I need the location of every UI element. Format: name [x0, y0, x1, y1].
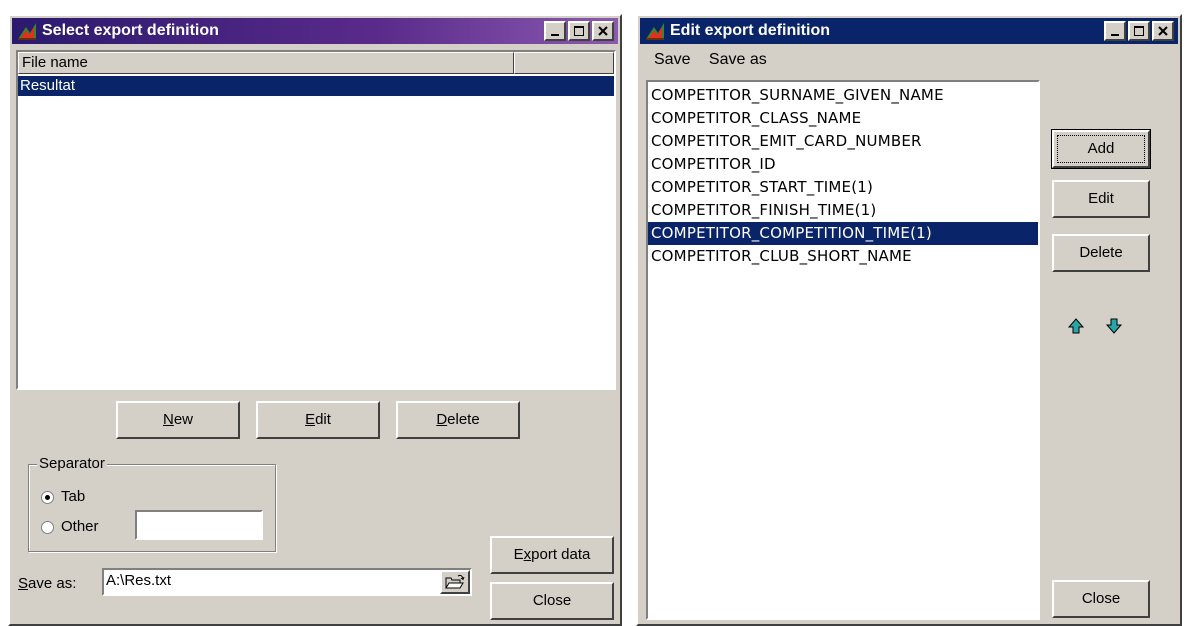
add-button-label: Add [1087, 140, 1115, 157]
new-button[interactable]: New [116, 401, 240, 439]
column-header-label: File name [22, 54, 88, 71]
export-label-post: port data [531, 546, 591, 563]
edit-field-button[interactable]: Edit [1052, 180, 1150, 218]
menu-save[interactable]: Save [640, 51, 698, 68]
add-button[interactable]: Add [1051, 129, 1151, 169]
save-as-label: Save as: [18, 574, 76, 594]
close-window-button[interactable] [1152, 21, 1174, 41]
radio-unselected-icon [41, 521, 54, 534]
other-radio[interactable]: Other [39, 517, 129, 537]
browse-button[interactable] [440, 570, 470, 594]
edit-field-button-label: Edit [1088, 190, 1114, 207]
window-title: Edit export definition [670, 22, 830, 39]
close-icon [1158, 26, 1168, 36]
arrow-down-icon [1105, 318, 1123, 334]
field-list-item[interactable]: COMPETITOR_ID [648, 153, 1038, 176]
maximize-button[interactable] [568, 21, 590, 41]
save-as-label-text: ave as: [28, 575, 77, 592]
minimize-button[interactable] [544, 21, 566, 41]
title-bar[interactable]: Select export definition [12, 18, 618, 44]
field-list-item[interactable]: COMPETITOR_COMPETITION_TIME(1) [648, 222, 1038, 245]
arrow-up-icon [1067, 318, 1085, 334]
new-button-label: ew [173, 411, 194, 428]
save-as-path-value: A:\Res.txt [106, 572, 172, 589]
edit-button[interactable]: Edit [256, 401, 380, 439]
file-list[interactable]: File name Resultat [16, 50, 616, 390]
menu-bar: Save Save as [640, 48, 773, 72]
separator-legend: Separator [37, 455, 107, 472]
tab-radio-label: Tab [61, 488, 86, 505]
delete-field-button[interactable]: Delete [1052, 234, 1150, 272]
field-list-item[interactable]: COMPETITOR_FINISH_TIME(1) [648, 199, 1038, 222]
save-as-mnemonic: S [18, 575, 29, 592]
app-icon [646, 23, 664, 40]
other-separator-input[interactable] [135, 510, 263, 540]
close-editor-button-label: Close [1081, 590, 1121, 607]
save-as-path-input[interactable]: A:\Res.txt [102, 568, 472, 596]
close-icon [598, 26, 608, 36]
minimize-button[interactable] [1104, 21, 1126, 41]
title-bar[interactable]: Edit export definition [640, 18, 1178, 44]
edit-export-definition-window: Edit export definition Save Save as COMP… [636, 14, 1182, 626]
list-item[interactable]: Resultat [18, 76, 614, 96]
separator-groupbox: Separator Tab Other [28, 455, 276, 552]
app-icon [18, 23, 36, 40]
folder-open-icon [445, 574, 465, 589]
maximize-button[interactable] [1128, 21, 1150, 41]
minimize-icon [1111, 34, 1119, 36]
close-button[interactable]: Close [490, 582, 614, 620]
radio-selected-icon [41, 491, 54, 504]
field-list-item[interactable]: COMPETITOR_START_TIME(1) [648, 176, 1038, 199]
field-list-item[interactable]: COMPETITOR_CLASS_NAME [648, 107, 1038, 130]
delete-button-mnemonic: D [436, 411, 448, 428]
field-list[interactable]: COMPETITOR_SURNAME_GIVEN_NAME COMPETITOR_… [646, 80, 1040, 620]
file-name: Resultat [20, 77, 76, 94]
edit-button-mnemonic: E [305, 411, 316, 428]
edit-button-label: dit [315, 411, 331, 428]
column-header[interactable]: File name [18, 52, 514, 74]
menu-save-as[interactable]: Save as [703, 51, 773, 68]
column-header-spacer [514, 52, 614, 74]
export-label-pre: E [513, 546, 524, 563]
maximize-icon [574, 26, 584, 36]
field-list-item[interactable]: COMPETITOR_SURNAME_GIVEN_NAME [648, 84, 1038, 107]
close-button-label: Close [532, 592, 572, 609]
close-window-button[interactable] [592, 21, 614, 41]
field-list-item[interactable]: COMPETITOR_EMIT_CARD_NUMBER [648, 130, 1038, 153]
field-list-item[interactable]: COMPETITOR_CLUB_SHORT_NAME [648, 245, 1038, 268]
select-export-definition-window: Select export definition File name Resul… [8, 14, 622, 626]
other-radio-label: Other [61, 518, 99, 535]
export-data-button[interactable]: Export data [490, 536, 614, 574]
minimize-icon [551, 34, 559, 36]
delete-button-label: elete [447, 411, 480, 428]
delete-field-button-label: Delete [1079, 244, 1123, 261]
tab-radio[interactable]: Tab [39, 487, 159, 507]
maximize-icon [1134, 26, 1144, 36]
move-down-button[interactable] [1104, 316, 1124, 336]
delete-button[interactable]: Delete [396, 401, 520, 439]
add-button-focus: Add [1057, 135, 1145, 163]
move-up-button[interactable] [1066, 316, 1086, 336]
new-button-mnemonic: N [162, 411, 174, 428]
window-title: Select export definition [42, 22, 219, 39]
close-editor-button[interactable]: Close [1052, 580, 1150, 618]
